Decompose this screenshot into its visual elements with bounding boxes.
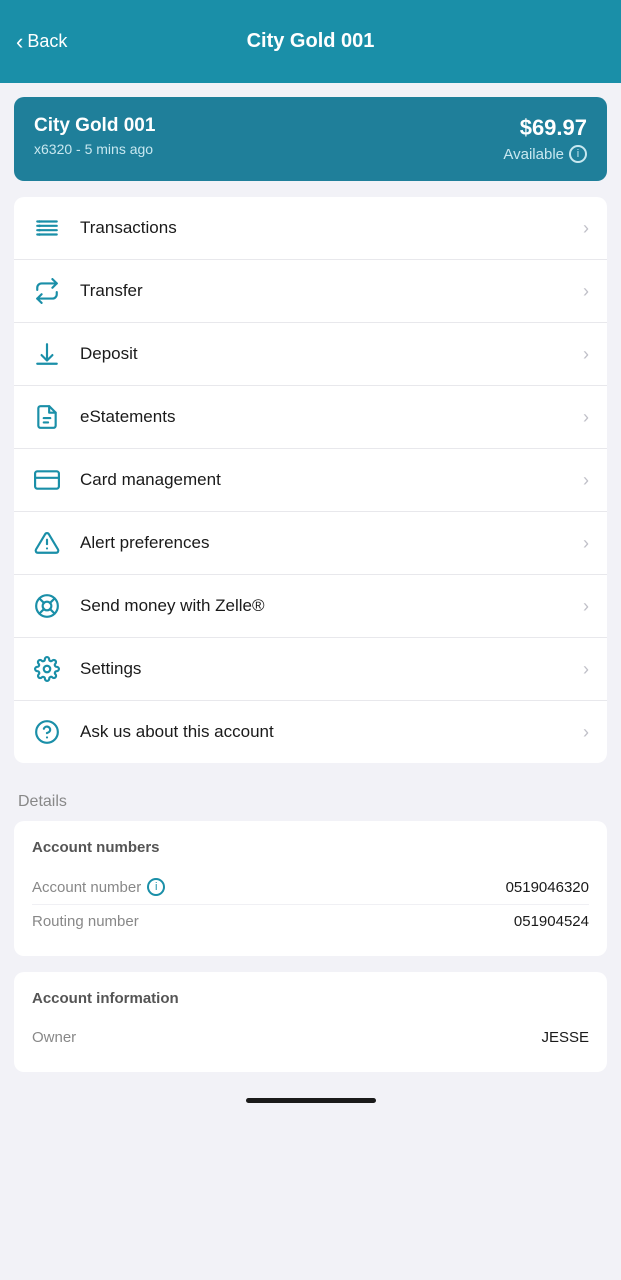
- transfer-label: Transfer: [80, 281, 565, 301]
- account-info-card: Account information Owner JESSE: [14, 972, 607, 1072]
- help-icon: [32, 719, 62, 745]
- routing-number-row: Routing number 051904524: [32, 905, 589, 938]
- menu-item-deposit[interactable]: Deposit ›: [14, 323, 607, 386]
- account-number-row: Account number i 0519046320: [32, 870, 589, 905]
- document-icon: [32, 404, 62, 430]
- routing-number-label: Routing number: [32, 913, 139, 930]
- estatements-chevron-icon: ›: [583, 407, 589, 428]
- account-info-title: Account information: [32, 990, 589, 1007]
- transfer-chevron-icon: ›: [583, 281, 589, 302]
- zelle-chevron-icon: ›: [583, 596, 589, 617]
- account-number-value: 0519046320: [506, 879, 589, 896]
- deposit-icon: [32, 341, 62, 367]
- settings-label: Settings: [80, 659, 565, 679]
- account-subtitle: x6320 - 5 mins ago: [34, 141, 155, 157]
- available-info-icon[interactable]: i: [569, 145, 587, 163]
- back-chevron-icon: ‹: [16, 31, 23, 53]
- alert-preferences-label: Alert preferences: [80, 533, 565, 553]
- account-number-info-icon[interactable]: i: [147, 878, 165, 896]
- transfer-icon: [32, 278, 62, 304]
- account-card: City Gold 001 x6320 - 5 mins ago $69.97 …: [14, 97, 607, 181]
- menu-list: Transactions › Transfer › Deposit ›: [14, 197, 607, 763]
- account-number-label: Account number i: [32, 878, 165, 896]
- owner-value: JESSE: [541, 1029, 589, 1046]
- available-row: Available i: [503, 145, 587, 163]
- account-card-left: City Gold 001 x6320 - 5 mins ago: [34, 115, 155, 157]
- owner-row: Owner JESSE: [32, 1021, 589, 1054]
- deposit-chevron-icon: ›: [583, 344, 589, 365]
- menu-item-zelle[interactable]: Send money with Zelle® ›: [14, 575, 607, 638]
- settings-icon: [32, 656, 62, 682]
- details-header: Details: [14, 783, 607, 821]
- owner-label: Owner: [32, 1029, 76, 1046]
- card-management-chevron-icon: ›: [583, 470, 589, 491]
- account-card-right: $69.97 Available i: [503, 115, 587, 163]
- deposit-label: Deposit: [80, 344, 565, 364]
- back-label: Back: [27, 31, 67, 52]
- menu-item-ask[interactable]: Ask us about this account ›: [14, 701, 607, 763]
- ask-chevron-icon: ›: [583, 722, 589, 743]
- settings-chevron-icon: ›: [583, 659, 589, 680]
- home-bar: [246, 1098, 376, 1103]
- details-section: Details Account numbers Account number i…: [14, 783, 607, 1072]
- account-name: City Gold 001: [34, 115, 155, 137]
- app-header: ‹ Back City Gold 001: [0, 0, 621, 83]
- alert-preferences-chevron-icon: ›: [583, 533, 589, 554]
- back-button[interactable]: ‹ Back: [16, 31, 67, 53]
- transactions-chevron-icon: ›: [583, 218, 589, 239]
- transactions-label: Transactions: [80, 218, 565, 238]
- balance-amount: $69.97: [503, 115, 587, 141]
- available-label: Available: [503, 146, 564, 163]
- routing-number-value: 051904524: [514, 913, 589, 930]
- account-numbers-title: Account numbers: [32, 839, 589, 856]
- home-indicator: [0, 1088, 621, 1109]
- menu-item-transactions[interactable]: Transactions ›: [14, 197, 607, 260]
- list-icon: [32, 215, 62, 241]
- zelle-icon: [32, 593, 62, 619]
- zelle-label: Send money with Zelle®: [80, 596, 565, 616]
- page-title: City Gold 001: [247, 30, 375, 53]
- card-icon: [32, 467, 62, 493]
- menu-item-settings[interactable]: Settings ›: [14, 638, 607, 701]
- estatements-label: eStatements: [80, 407, 565, 427]
- menu-item-estatements[interactable]: eStatements ›: [14, 386, 607, 449]
- menu-item-alert-preferences[interactable]: Alert preferences ›: [14, 512, 607, 575]
- card-management-label: Card management: [80, 470, 565, 490]
- menu-item-card-management[interactable]: Card management ›: [14, 449, 607, 512]
- ask-label: Ask us about this account: [80, 722, 565, 742]
- menu-item-transfer[interactable]: Transfer ›: [14, 260, 607, 323]
- alert-icon: [32, 530, 62, 556]
- account-numbers-card: Account numbers Account number i 0519046…: [14, 821, 607, 956]
